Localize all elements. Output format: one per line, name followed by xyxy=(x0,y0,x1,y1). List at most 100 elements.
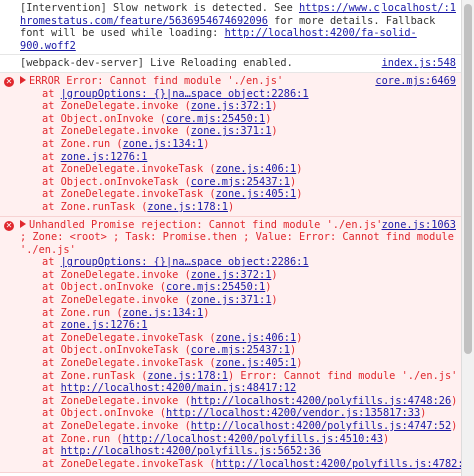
stack-frame: at ZoneDelegate.invoke (http://localhost… xyxy=(20,420,457,433)
console-scrollbar[interactable] xyxy=(461,0,474,476)
stack-frame-source-link[interactable]: zone.js:371:1 xyxy=(191,294,272,306)
stack-frame-source-link[interactable]: zone.js:372:1 xyxy=(191,269,272,281)
intervention-message: localhost/:1 [Intervention] Slow network… xyxy=(0,0,462,56)
paren-close: ) xyxy=(271,294,278,307)
stack-frame: at ZoneDelegate.invoke (zone.js:372:1) xyxy=(20,269,456,282)
stack-frame-source-link[interactable]: core.mjs:25437:1 xyxy=(191,176,290,188)
stack-frame-source-link[interactable]: zone.js:1276:1 xyxy=(61,319,148,331)
stack-frame: at Object.onInvokeTask (core.mjs:25437:1… xyxy=(20,344,456,357)
stack-frame: at Zone.run (zone.js:134:1) xyxy=(20,307,456,320)
stack-frame-function: at xyxy=(42,150,61,163)
stack-frame-source-link[interactable]: zone.js:178:1 xyxy=(147,370,228,382)
stack-frame-source-link[interactable]: zone.js:134:1 xyxy=(123,307,204,319)
stack-frame-function: at ZoneDelegate.invoke xyxy=(42,420,185,432)
paren-close: ) xyxy=(296,331,303,344)
stack-frame-source-link[interactable]: zone.js:178:1 xyxy=(147,201,228,213)
stack-frame: at ZoneDelegate.invoke (zone.js:372:1) xyxy=(20,100,456,113)
chromestatus-link-part2[interactable]: hromestatus.com/feature/5636954674692096 xyxy=(20,15,268,27)
stack-frame: at ZoneDelegate.invokeTask (zone.js:405:… xyxy=(20,357,456,370)
expand-triangle-icon[interactable] xyxy=(20,219,26,228)
stack-frame: at Object.onInvoke (http://localhost:420… xyxy=(20,407,456,420)
stack-frame-function: at xyxy=(42,319,61,332)
stack-frame-function: at xyxy=(42,382,61,395)
stack-frame-function: at Zone.runTask xyxy=(42,200,142,213)
paren-close: ) xyxy=(265,281,272,294)
paren-close: ) xyxy=(290,175,297,188)
stack-frame: at ZoneDelegate.invokeTask (zone.js:405:… xyxy=(20,188,456,201)
stack-frame-function: at Zone.run xyxy=(42,137,117,150)
stack-frame-source-link[interactable]: http://localhost:4200/main.js:48417:12 xyxy=(61,382,297,394)
stack-frame: at Zone.run (zone.js:134:1) xyxy=(20,138,456,151)
stack-frame: at ZoneDelegate.invoke (http://localhost… xyxy=(20,394,457,408)
stack-frame-function: at Zone.runTask xyxy=(42,369,142,382)
x-circle-icon: ✕ xyxy=(4,220,14,231)
stack-frame-source-link[interactable]: |groupOptions: {}|na…space object:2286:1 xyxy=(61,256,309,268)
chromestatus-link-part1[interactable]: https://www.c xyxy=(299,2,380,14)
stack-frame: at ZoneDelegate.invoke (zone.js:371:1) xyxy=(20,294,456,307)
x-circle-icon: ✕ xyxy=(4,76,14,87)
paren-close: ) xyxy=(271,125,278,138)
stack-frame-function: at Object.onInvokeTask xyxy=(42,344,185,357)
stack-frame: at http://localhost:4200/main.js:48417:1… xyxy=(20,382,456,395)
stack-frame-function: at ZoneDelegate.invokeTask xyxy=(42,457,210,470)
stack-frame-function: at ZoneDelegate.invoke xyxy=(42,125,185,138)
devtools-console: localhost/:1 [Intervention] Slow network… xyxy=(0,0,462,476)
stack-frame-source-link[interactable]: http://localhost:4200/polyfills.js:5652:… xyxy=(61,445,321,457)
stack-frame: at Zone.run (http://localhost:4200/polyf… xyxy=(20,433,456,446)
stack-frame-function: at ZoneDelegate.invokeTask xyxy=(42,163,210,176)
stack-frame-function: at ZoneDelegate.invokeTask xyxy=(42,331,210,344)
stack-frame-source-link[interactable]: zone.js:371:1 xyxy=(191,125,272,137)
intervention-source-link[interactable]: localhost/:1 xyxy=(382,2,456,15)
error1-title: ERROR Error: Cannot find module './en.js… xyxy=(29,74,284,87)
stack-frame-source-link[interactable]: zone.js:372:1 xyxy=(191,100,272,112)
stack-frame-function: at ZoneDelegate.invokeTask xyxy=(42,357,210,370)
stack-frame: at http://localhost:4200/polyfills.js:56… xyxy=(20,445,456,458)
stack-frame-source-link[interactable]: zone.js:405:1 xyxy=(216,357,297,369)
stack-frame-source-link[interactable]: core.mjs:25450:1 xyxy=(166,113,265,125)
error2-stack: at |groupOptions: {}|na…space object:228… xyxy=(20,256,462,470)
stack-frame-function: at Object.onInvoke xyxy=(42,281,160,294)
stack-frame-source-link[interactable]: http://localhost:4200/vendor.js:135817:3… xyxy=(166,407,420,419)
stack-frame: at Zone.runTask (zone.js:178:1) Error: C… xyxy=(20,369,458,383)
error-message-2: ✕ zone.js:1063 Unhandled Promise rejecti… xyxy=(0,216,462,474)
stack-frame-function: at xyxy=(42,445,61,458)
stack-frame-source-link[interactable]: core.mjs:25437:1 xyxy=(191,344,290,356)
stack-frame-function: at Zone.run xyxy=(42,306,117,319)
stack-frame-function: at ZoneDelegate.invoke xyxy=(42,394,185,407)
stack-frame-source-link[interactable]: core.mjs:25450:1 xyxy=(166,281,265,293)
stack-frame-source-link[interactable]: |groupOptions: {}|na…space object:2286:1 xyxy=(61,88,309,100)
stack-frame-function: at xyxy=(42,256,61,269)
paren-close: ) xyxy=(203,137,210,150)
paren-close: ) xyxy=(271,100,278,113)
stack-frame-function: at Object.onInvoke xyxy=(42,407,160,420)
error2-detail: ; Zone: <root> ; Task: Promise.then ; Va… xyxy=(20,231,461,256)
error1-stack: at |groupOptions: {}|na…space object:228… xyxy=(20,88,456,214)
paren-close: ) xyxy=(228,200,235,213)
stack-frame-source-link[interactable]: zone.js:405:1 xyxy=(216,188,297,200)
scrollbar-thumb[interactable] xyxy=(464,4,472,354)
wds-text: [webpack-dev-server] Live Reloading enab… xyxy=(20,57,293,70)
paren-close: ) xyxy=(265,112,272,125)
stack-frame: at |groupOptions: {}|na…space object:228… xyxy=(20,256,456,269)
stack-frame-function: at Object.onInvokeTask xyxy=(42,175,185,188)
stack-frame: at Zone.runTask (zone.js:178:1) xyxy=(20,201,456,214)
expand-triangle-icon[interactable] xyxy=(20,75,26,84)
stack-frame-tail: Error: Cannot find module './en.js' xyxy=(234,369,458,382)
stack-frame-source-link[interactable]: http://localhost:4200/polyfills.js:4747:… xyxy=(191,420,451,432)
stack-frame-source-link[interactable]: zone.js:1276:1 xyxy=(61,151,148,163)
wds-message: index.js:548 [webpack-dev-server] Live R… xyxy=(0,55,462,73)
wds-source-link[interactable]: index.js:548 xyxy=(382,57,456,70)
stack-frame-source-link[interactable]: zone.js:134:1 xyxy=(123,138,204,150)
stack-frame-source-link[interactable]: zone.js:406:1 xyxy=(216,332,297,344)
stack-frame-source-link[interactable]: http://localhost:4200/polyfills.js:4510:… xyxy=(123,433,383,445)
stack-frame-source-link[interactable]: http://localhost:4200/polyfills.js:4748:… xyxy=(191,395,451,407)
stack-frame-function: at ZoneDelegate.invokeTask xyxy=(42,188,210,201)
error2-source-link[interactable]: zone.js:1063 xyxy=(382,219,456,232)
stack-frame-source-link[interactable]: http://localhost:4200/polyfills.js:4782:… xyxy=(216,458,462,470)
stack-frame-source-link[interactable]: zone.js:406:1 xyxy=(216,163,297,175)
error1-source-link[interactable]: core.mjs:6469 xyxy=(375,75,456,88)
stack-frame: at ZoneDelegate.invoke (zone.js:371:1) xyxy=(20,125,456,138)
stack-frame-function: at ZoneDelegate.invoke xyxy=(42,100,185,113)
paren-close: ) xyxy=(420,407,427,420)
stack-frame: at zone.js:1276:1 xyxy=(20,151,456,164)
